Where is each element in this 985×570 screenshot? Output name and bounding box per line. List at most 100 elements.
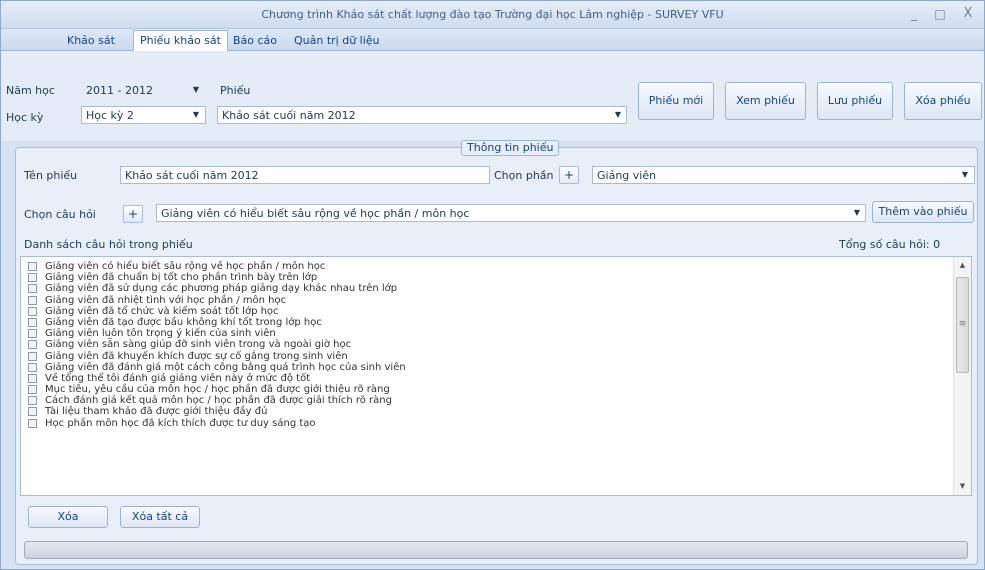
- list-item[interactable]: Giảng viên đã đánh giá một cách công bằn…: [21, 362, 971, 373]
- list-item[interactable]: Cách đánh giá kết quả môn học / học phần…: [21, 395, 971, 406]
- list-item[interactable]: Giảng viên đã sử dụng các phương pháp gi…: [21, 283, 971, 294]
- minimize-button[interactable]: _: [903, 5, 925, 23]
- form-info-panel: Thông tin phiếu Tên phiếu Khảo sát cuối …: [15, 140, 978, 565]
- delete-all-button[interactable]: Xóa tất cả: [120, 506, 200, 528]
- form-label: Phiếu: [220, 84, 251, 97]
- question-text: Giảng viên đã chuẩn bị tốt cho phần trìn…: [45, 272, 318, 284]
- question-text: Tài liệu tham khảo đã được giới thiệu đầ…: [45, 406, 268, 418]
- list-item[interactable]: Giảng viên đã khuyến khích được sự cố gắ…: [21, 351, 971, 362]
- panel-caption: Thông tin phiếu: [461, 140, 560, 156]
- question-select[interactable]: Giảng viên có hiểu biết sâu rộng về học …: [156, 204, 866, 222]
- question-checkbox[interactable]: [28, 373, 37, 383]
- question-list-title: Danh sách câu hỏi trong phiếu: [24, 238, 193, 251]
- grip-icon: ≡: [958, 319, 967, 329]
- list-item[interactable]: Học phần môn học đã kích thích được tư d…: [21, 418, 971, 429]
- chevron-down-icon[interactable]: ▼: [850, 205, 864, 221]
- list-scrollbar[interactable]: ▲ ≡ ▼: [953, 257, 971, 495]
- list-item[interactable]: Giảng viên đã tạo được bầu không khí tốt…: [21, 317, 971, 328]
- list-item[interactable]: Giảng viên đã tổ chức và kiểm soát tốt l…: [21, 306, 971, 317]
- top-form: Năm học 2011 - 2012 ▼ Học kỳ Học kỳ 2 ▼ …: [1, 51, 984, 141]
- window-title: Chương trình Khảo sát chất lượng đào tạo…: [261, 8, 724, 21]
- section-label: Chọn phần: [494, 169, 554, 182]
- question-list[interactable]: Giảng viên có hiểu biết sâu rộng về học …: [20, 256, 972, 496]
- question-value: Giảng viên có hiểu biết sâu rộng về học …: [161, 207, 470, 220]
- save-form-button[interactable]: Lưu phiếu: [817, 82, 893, 120]
- add-question-plus-button[interactable]: +: [123, 205, 143, 223]
- list-item[interactable]: Về tổng thể tôi đánh giá giảng viên này …: [21, 373, 971, 384]
- question-checkbox[interactable]: [28, 306, 37, 316]
- question-checkbox[interactable]: [28, 329, 37, 339]
- add-to-form-button[interactable]: Thêm vào phiếu: [872, 201, 974, 223]
- question-text: Mục tiêu, yêu cầu của môn học / học phần…: [45, 384, 390, 396]
- question-checkbox[interactable]: [28, 295, 37, 305]
- chevron-down-icon[interactable]: ▼: [611, 107, 625, 123]
- question-checkbox[interactable]: [28, 262, 37, 271]
- question-checkbox[interactable]: [28, 407, 37, 417]
- question-text: Giảng viên đã nhiệt tình với học phần / …: [45, 294, 287, 306]
- list-item[interactable]: Tài liệu tham khảo đã được giới thiệu đầ…: [21, 406, 971, 417]
- question-checkbox[interactable]: [28, 340, 37, 350]
- list-item[interactable]: Giảng viên đã nhiệt tình với học phần / …: [21, 295, 971, 306]
- year-value: 2011 - 2012: [86, 84, 153, 97]
- close-button[interactable]: X: [957, 5, 979, 23]
- total-questions: Tổng số câu hỏi: 0: [839, 238, 940, 251]
- scroll-up-icon[interactable]: ▲: [954, 257, 971, 274]
- form-name-label: Tên phiếu: [24, 169, 78, 182]
- list-item[interactable]: Giảng viên đã chuẩn bị tốt cho phần trìn…: [21, 272, 971, 283]
- form-value: Khảo sát cuối năm 2012: [222, 109, 356, 122]
- maximize-button[interactable]: □: [929, 5, 951, 23]
- title-bar: Chương trình Khảo sát chất lượng đào tạo…: [1, 1, 984, 29]
- scroll-down-icon[interactable]: ▼: [954, 478, 971, 495]
- list-item[interactable]: Giảng viên sẵn sàng giúp đỡ sinh viên tr…: [21, 339, 971, 350]
- tab-khao-sat[interactable]: Khảo sát: [61, 32, 121, 51]
- question-checkbox[interactable]: [28, 284, 37, 294]
- menu-tabs: Khảo sát Phiếu khảo sát Báo cáo Quản trị…: [1, 29, 984, 51]
- question-checkbox[interactable]: [28, 317, 37, 327]
- app-window: Chương trình Khảo sát chất lượng đào tạo…: [0, 0, 985, 570]
- form-select[interactable]: Khảo sát cuối năm 2012: [217, 106, 627, 124]
- tab-bao-cao[interactable]: Báo cáo: [227, 32, 283, 51]
- question-text: Giảng viên sẵn sàng giúp đỡ sinh viên tr…: [45, 339, 352, 351]
- year-select[interactable]: 2011 - 2012: [81, 81, 206, 99]
- list-item[interactable]: Giảng viên có hiểu biết sâu rộng về học …: [21, 261, 971, 272]
- question-checkbox[interactable]: [28, 385, 37, 395]
- question-text: Giảng viên đã sử dụng các phương pháp gi…: [45, 283, 398, 295]
- semester-select[interactable]: Học kỳ 2: [81, 106, 206, 124]
- question-label: Chọn câu hỏi: [24, 208, 96, 221]
- chevron-down-icon[interactable]: ▼: [189, 82, 203, 98]
- section-value: Giảng viên: [597, 169, 657, 182]
- total-label: Tổng số câu hỏi:: [839, 238, 930, 251]
- question-checkbox[interactable]: [28, 396, 37, 406]
- question-text: Về tổng thể tôi đánh giá giảng viên này …: [45, 372, 311, 384]
- question-text: Học phần môn học đã kích thích được tư d…: [45, 417, 316, 429]
- question-checkbox[interactable]: [28, 362, 37, 372]
- question-text: Giảng viên đã tổ chức và kiểm soát tốt l…: [45, 305, 279, 317]
- tab-phieu-khao-sat[interactable]: Phiếu khảo sát: [133, 30, 228, 51]
- question-checkbox[interactable]: [28, 418, 37, 428]
- year-label: Năm học: [6, 84, 55, 97]
- chevron-down-icon[interactable]: ▼: [189, 107, 203, 123]
- section-select[interactable]: Giảng viên: [592, 166, 975, 184]
- chevron-down-icon[interactable]: ▼: [958, 167, 972, 183]
- list-item[interactable]: Giảng viên luôn tôn trọng ý kiến của sin…: [21, 328, 971, 339]
- delete-form-button[interactable]: Xóa phiếu: [904, 82, 982, 120]
- question-text: Giảng viên đã khuyến khích được sự cố gắ…: [45, 350, 348, 362]
- form-name-input[interactable]: Khảo sát cuối năm 2012: [120, 166, 490, 184]
- question-text: Cách đánh giá kết quả môn học / học phần…: [45, 395, 392, 407]
- semester-label: Học kỳ: [6, 111, 44, 124]
- list-item[interactable]: Mục tiêu, yêu cầu của môn học / học phần…: [21, 384, 971, 395]
- progress-bar: [24, 541, 968, 559]
- add-section-button[interactable]: +: [559, 166, 579, 184]
- scroll-thumb[interactable]: ≡: [956, 277, 969, 373]
- delete-button[interactable]: Xóa: [28, 506, 108, 528]
- question-text: Giảng viên đã đánh giá một cách công bằn…: [45, 361, 406, 373]
- tab-quan-tri-du-lieu[interactable]: Quản trị dữ liệu: [288, 32, 386, 51]
- question-checkbox[interactable]: [28, 273, 37, 283]
- question-text: Giảng viên có hiểu biết sâu rộng về học …: [45, 261, 326, 272]
- question-checkbox[interactable]: [28, 351, 37, 361]
- view-form-button[interactable]: Xem phiếu: [725, 82, 806, 120]
- question-list-items: Giảng viên có hiểu biết sâu rộng về học …: [21, 257, 971, 429]
- total-value: 0: [933, 238, 941, 251]
- new-form-button[interactable]: Phiếu mới: [638, 82, 714, 120]
- question-text: Giảng viên đã tạo được bầu không khí tốt…: [45, 316, 322, 328]
